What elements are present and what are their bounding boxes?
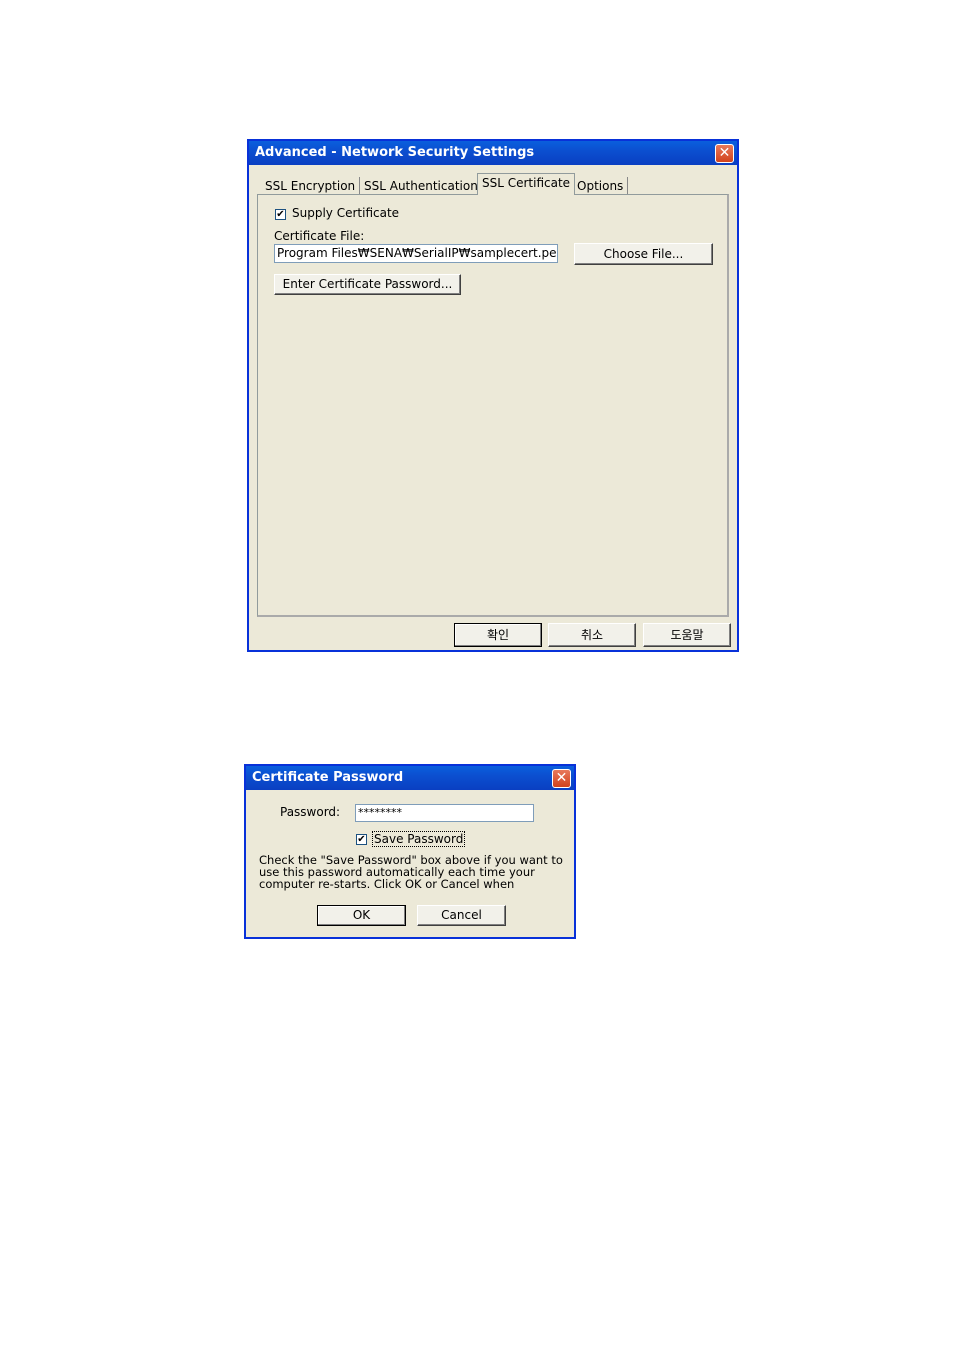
ssl-certificate-panel: ✔ Supply Certificate Certificate File: P… xyxy=(257,194,729,617)
checkmark-icon: ✔ xyxy=(357,834,366,845)
supply-certificate-label: Supply Certificate xyxy=(292,206,400,220)
password-dialog-title: Certificate Password xyxy=(252,770,404,785)
close-icon: ✕ xyxy=(555,770,568,786)
password-label: Password: xyxy=(280,805,341,819)
help-button[interactable]: 도움말 xyxy=(643,623,731,647)
close-button[interactable]: ✕ xyxy=(715,144,734,163)
dialog-title: Advanced - Network Security Settings xyxy=(255,145,535,160)
tab-ssl-authentication[interactable]: SSL Authentication xyxy=(360,177,483,195)
save-password-checkbox[interactable]: ✔ xyxy=(356,834,367,845)
certificate-file-input[interactable]: Program Files₩SENA₩SerialIP₩samplecert.p… xyxy=(274,244,558,263)
ok-button[interactable]: 확인 xyxy=(454,623,542,647)
network-security-dialog: Advanced - Network Security Settings ✕ S… xyxy=(247,139,739,652)
password-dialog-title-bar[interactable]: Certificate Password xyxy=(246,766,574,790)
tab-options[interactable]: Options xyxy=(573,177,629,195)
enter-certificate-password-button[interactable]: Enter Certificate Password... xyxy=(274,274,461,295)
certificate-password-dialog: Certificate Password ✕ Password: *******… xyxy=(244,764,576,939)
save-password-label: Save Password xyxy=(372,831,466,847)
password-dialog-close-button[interactable]: ✕ xyxy=(552,769,571,788)
tab-ssl-encryption[interactable]: SSL Encryption xyxy=(261,177,361,195)
password-help-text: Check the "Save Password" box above if y… xyxy=(259,854,563,891)
password-input[interactable]: ******** xyxy=(355,804,534,822)
close-icon: ✕ xyxy=(718,145,731,161)
checkmark-icon: ✔ xyxy=(276,209,285,220)
password-cancel-button[interactable]: Cancel xyxy=(417,905,506,926)
cancel-button[interactable]: 취소 xyxy=(548,623,636,647)
tab-ssl-certificate[interactable]: SSL Certificate xyxy=(477,173,576,195)
password-ok-button[interactable]: OK xyxy=(317,905,406,926)
dialog-title-bar[interactable]: Advanced - Network Security Settings xyxy=(249,141,737,165)
choose-file-button[interactable]: Choose File... xyxy=(574,243,713,265)
certificate-file-label: Certificate File: xyxy=(274,229,365,243)
supply-certificate-checkbox[interactable]: ✔ xyxy=(275,209,286,220)
